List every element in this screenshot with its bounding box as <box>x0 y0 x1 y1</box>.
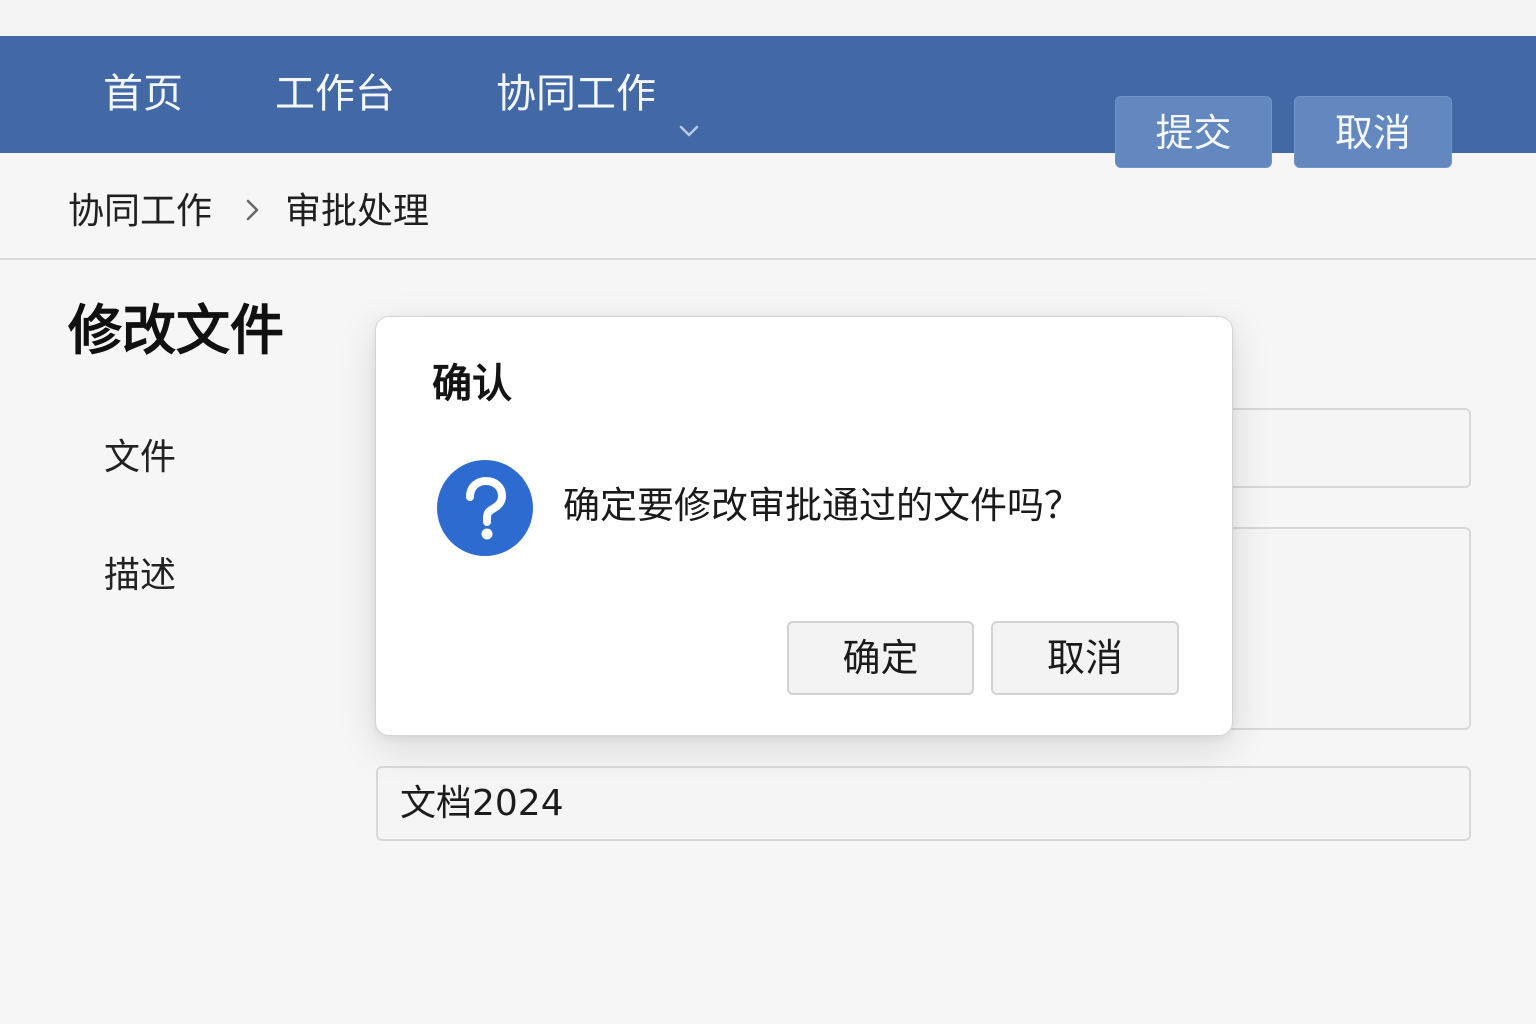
file-field[interactable] <box>1200 408 1471 488</box>
nav-item-collaboration[interactable]: 协同工作 <box>496 36 656 153</box>
chevron-right-icon <box>246 199 259 221</box>
page-title: 修改文件 <box>68 299 284 362</box>
top-navbar: 首页 工作台 协同工作 提交 取消 <box>0 36 1536 168</box>
confirm-ok-button[interactable]: 确定 <box>787 621 974 695</box>
description-textarea[interactable] <box>1200 527 1471 730</box>
top-strip <box>0 0 1536 36</box>
question-icon <box>437 460 533 556</box>
header-divider <box>0 258 1536 260</box>
dialog-message: 确定要修改审批通过的文件吗？ <box>563 484 1081 527</box>
document-name-input[interactable]: 文档2024 <box>376 766 1471 841</box>
description-label: 描述 <box>104 555 177 596</box>
file-label: 文件 <box>104 437 177 478</box>
confirm-dialog: 确认 确定要修改审批通过的文件吗？ 确定 取消 <box>375 316 1233 736</box>
dialog-title: 确认 <box>432 361 512 407</box>
confirm-cancel-button[interactable]: 取消 <box>991 621 1179 695</box>
nav-item-home[interactable]: 首页 <box>103 36 183 153</box>
nav-cancel-button[interactable]: 取消 <box>1294 96 1452 168</box>
breadcrumb-item-approval: 审批处理 <box>285 191 430 232</box>
submit-button[interactable]: 提交 <box>1115 96 1272 168</box>
chevron-down-icon[interactable] <box>678 120 700 142</box>
breadcrumb-item-collaboration[interactable]: 协同工作 <box>68 182 212 234</box>
nav-item-workbench[interactable]: 工作台 <box>275 36 395 153</box>
